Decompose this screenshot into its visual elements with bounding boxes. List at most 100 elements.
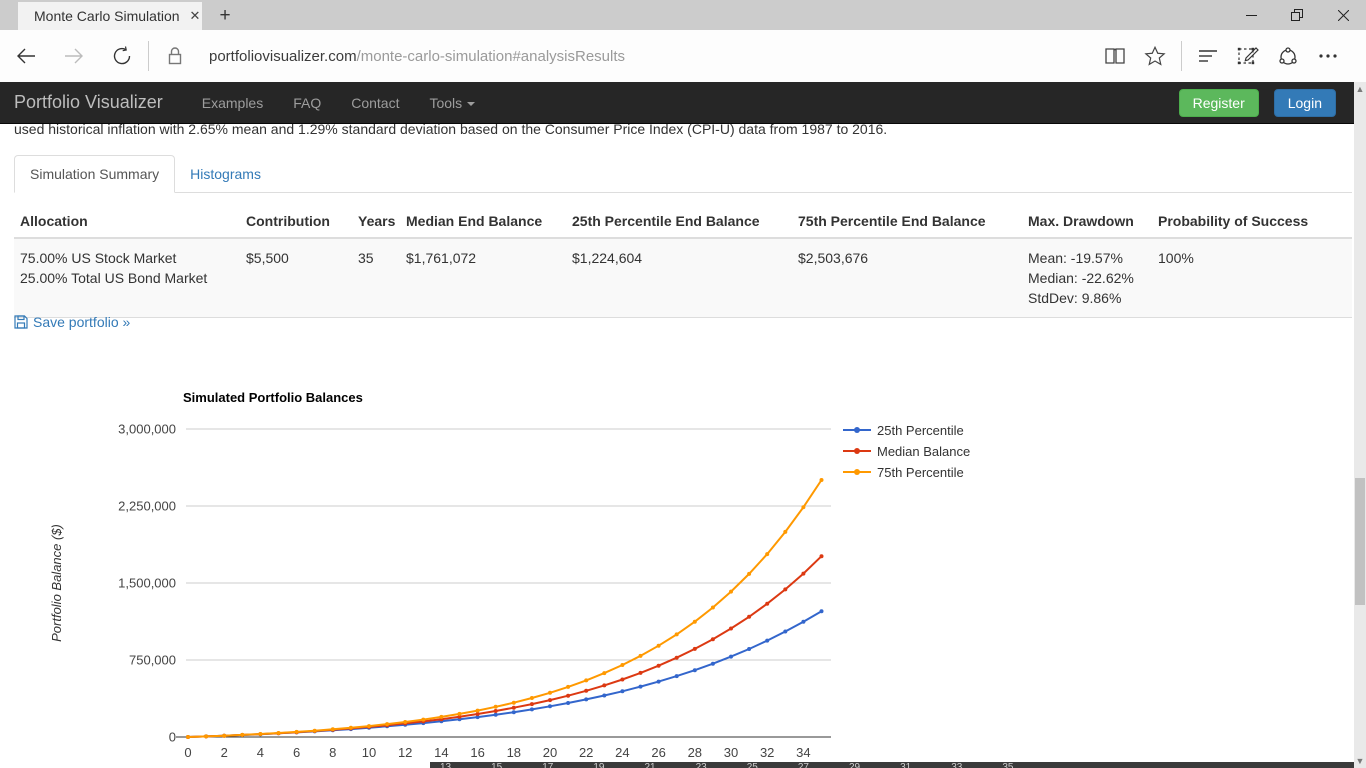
data-point	[548, 698, 552, 702]
data-point	[765, 639, 769, 643]
x-tick-label: 10	[362, 745, 376, 760]
toolbar-divider-right	[1181, 41, 1182, 71]
scrollbar-thumb[interactable]	[1355, 478, 1365, 605]
close-icon[interactable]	[1320, 0, 1366, 30]
cutoff-number: 29	[849, 763, 860, 767]
page-scrollbar[interactable]: ▲ ▼	[1354, 82, 1366, 768]
brand-logo[interactable]: Portfolio Visualizer	[14, 92, 163, 113]
cutoff-number: 35	[1002, 763, 1013, 767]
restore-icon[interactable]	[1274, 0, 1320, 30]
new-tab-button[interactable]: +	[212, 4, 238, 28]
scroll-up-icon[interactable]: ▲	[1354, 82, 1366, 96]
col-median-end-balance: Median End Balance	[400, 205, 566, 238]
col-probability: Probability of Success	[1152, 205, 1352, 238]
x-tick-label: 32	[760, 745, 774, 760]
cutoff-number: 23	[696, 763, 707, 767]
legend-line-icon	[843, 471, 871, 473]
cutoff-number: 13	[440, 763, 451, 767]
x-tick-label: 2	[221, 745, 228, 760]
data-point	[765, 552, 769, 556]
data-point	[747, 647, 751, 651]
forward-icon[interactable]	[54, 36, 94, 76]
data-point	[566, 694, 570, 698]
cell-25th-percentile: $1,224,604	[566, 238, 792, 318]
cutoff-number: 31	[900, 763, 911, 767]
data-point	[258, 732, 262, 736]
data-point	[385, 722, 389, 726]
data-point	[729, 627, 733, 631]
save-portfolio-link[interactable]: Save portfolio »	[14, 314, 130, 330]
data-point	[584, 678, 588, 682]
data-point	[747, 572, 751, 576]
tab-simulation-summary[interactable]: Simulation Summary	[14, 155, 175, 193]
x-tick-label: 8	[329, 745, 336, 760]
reading-view-icon[interactable]	[1095, 36, 1135, 76]
data-point	[458, 712, 462, 716]
minimize-icon[interactable]	[1228, 0, 1274, 30]
browser-tab[interactable]: Monte Carlo Simulation ✕	[18, 2, 202, 30]
data-point	[295, 730, 299, 734]
y-tick-label: 3,000,000	[118, 422, 176, 437]
cutoff-number: 17	[542, 763, 553, 767]
nav-examples[interactable]: Examples	[187, 95, 278, 111]
refresh-icon[interactable]	[102, 36, 142, 76]
data-point	[403, 720, 407, 724]
data-point	[512, 710, 516, 714]
data-point	[530, 702, 534, 706]
register-button[interactable]: Register	[1179, 89, 1259, 117]
data-point	[421, 718, 425, 722]
x-tick-label: 6	[293, 745, 300, 760]
window-controls	[1228, 0, 1366, 30]
col-allocation: Allocation	[14, 205, 240, 238]
data-point	[820, 478, 824, 482]
tab-close-icon[interactable]: ✕	[188, 8, 203, 24]
nav-faq[interactable]: FAQ	[278, 95, 336, 111]
data-point	[675, 632, 679, 636]
data-point	[512, 701, 516, 705]
scroll-down-icon[interactable]: ▼	[1354, 754, 1366, 768]
x-tick-label: 34	[796, 745, 810, 760]
x-tick-label: 0	[184, 745, 191, 760]
data-point	[277, 731, 281, 735]
url-domain: portfoliovisualizer.com	[209, 48, 357, 65]
data-point	[494, 705, 498, 709]
address-bar[interactable]: portfoliovisualizer.com/monte-carlo-simu…	[209, 48, 1095, 65]
x-tick-label: 4	[257, 745, 264, 760]
data-point	[783, 630, 787, 634]
data-point	[675, 674, 679, 678]
cutoff-number: 27	[798, 763, 809, 767]
data-point	[584, 689, 588, 693]
share-icon[interactable]	[1268, 36, 1308, 76]
favorites-star-icon[interactable]	[1135, 36, 1175, 76]
toolbar-divider	[148, 41, 149, 71]
web-note-icon[interactable]	[1228, 36, 1268, 76]
data-point	[711, 606, 715, 610]
cell-probability: 100%	[1152, 238, 1352, 318]
nav-tools-dropdown[interactable]: Tools	[414, 95, 490, 111]
x-tick-label: 30	[724, 745, 738, 760]
data-point	[476, 709, 480, 713]
x-tick-label: 24	[615, 745, 629, 760]
data-point	[657, 680, 661, 684]
cell-years: 35	[352, 238, 400, 318]
col-max-drawdown: Max. Drawdown	[1022, 205, 1152, 238]
cutoff-number: 25	[747, 763, 758, 767]
back-icon[interactable]	[6, 36, 46, 76]
legend-item: 75th Percentile	[843, 465, 970, 479]
data-point	[566, 685, 570, 689]
data-point	[222, 734, 226, 738]
legend-line-icon	[843, 429, 871, 431]
data-point	[494, 709, 498, 713]
data-point	[747, 615, 751, 619]
data-point	[584, 697, 588, 701]
data-point	[439, 715, 443, 719]
col-years: Years	[352, 205, 400, 238]
lock-icon	[155, 36, 195, 76]
tab-histograms[interactable]: Histograms	[175, 156, 276, 192]
results-tabnav: Simulation Summary Histograms	[14, 155, 1352, 193]
hub-icon[interactable]	[1188, 36, 1228, 76]
chevron-down-icon	[467, 102, 475, 106]
nav-contact[interactable]: Contact	[336, 95, 414, 111]
login-button[interactable]: Login	[1274, 89, 1336, 117]
more-icon[interactable]	[1308, 36, 1348, 76]
